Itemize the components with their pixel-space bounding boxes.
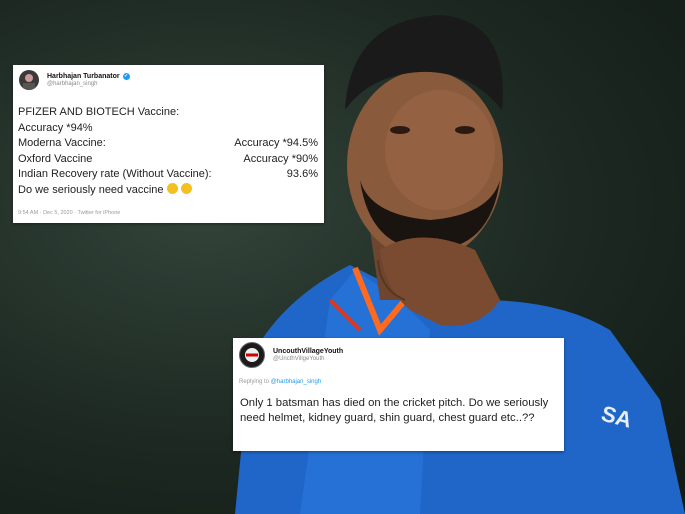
tweet-line-1: PFIZER AND BIOTECH Vaccine:	[18, 106, 180, 118]
tweet-card-harbhajan[interactable]: Harbhajan Turbanator ✓ @harbhajan_singh P…	[13, 65, 324, 223]
avatar[interactable]	[19, 70, 39, 90]
display-name[interactable]: Harbhajan Turbanator	[47, 73, 120, 80]
tweet-card-reply[interactable]: UncouthVillageYouth @UncthVillgeYouth Re…	[233, 338, 564, 451]
replying-to-link[interactable]: @harbhajan_singh	[271, 379, 321, 385]
tweet-body: Only 1 batsman has died on the cricket p…	[240, 397, 549, 424]
avatar[interactable]	[239, 342, 265, 368]
handle[interactable]: @UncthVillgeYouth	[273, 356, 343, 362]
tweet-header: Harbhajan Turbanator ✓ @harbhajan_singh	[19, 70, 130, 90]
tweet-line-2: Accuracy *94%	[18, 121, 93, 134]
tweet-header: UncouthVillageYouth @UncthVillgeYouth	[239, 342, 343, 368]
thinking-face-icon	[180, 182, 192, 194]
tweet-body: PFIZER AND BIOTECH Vaccine: Accuracy *94…	[18, 105, 318, 198]
thinking-face-icon	[166, 182, 178, 194]
tweet-line-4: Oxford Vaccine Accuracy *90%	[18, 152, 318, 165]
verified-badge-icon: ✓	[122, 73, 130, 81]
tweet-line-5: Indian Recovery rate (Without Vaccine): 9…	[18, 168, 318, 180]
display-name[interactable]: UncouthVillageYouth	[273, 348, 343, 355]
tweet-timestamp[interactable]: 9:54 AM · Dec 5, 2020 · Twitter for iPho…	[18, 210, 120, 216]
tweet-line-6: Do we seriously need vaccine	[18, 182, 318, 199]
tweet-line-3: Moderna Vaccine: Accuracy *94.5%	[18, 137, 318, 149]
handle[interactable]: @harbhajan_singh	[47, 81, 130, 87]
replying-to: Replying to @harbhajan_singh	[239, 379, 322, 385]
